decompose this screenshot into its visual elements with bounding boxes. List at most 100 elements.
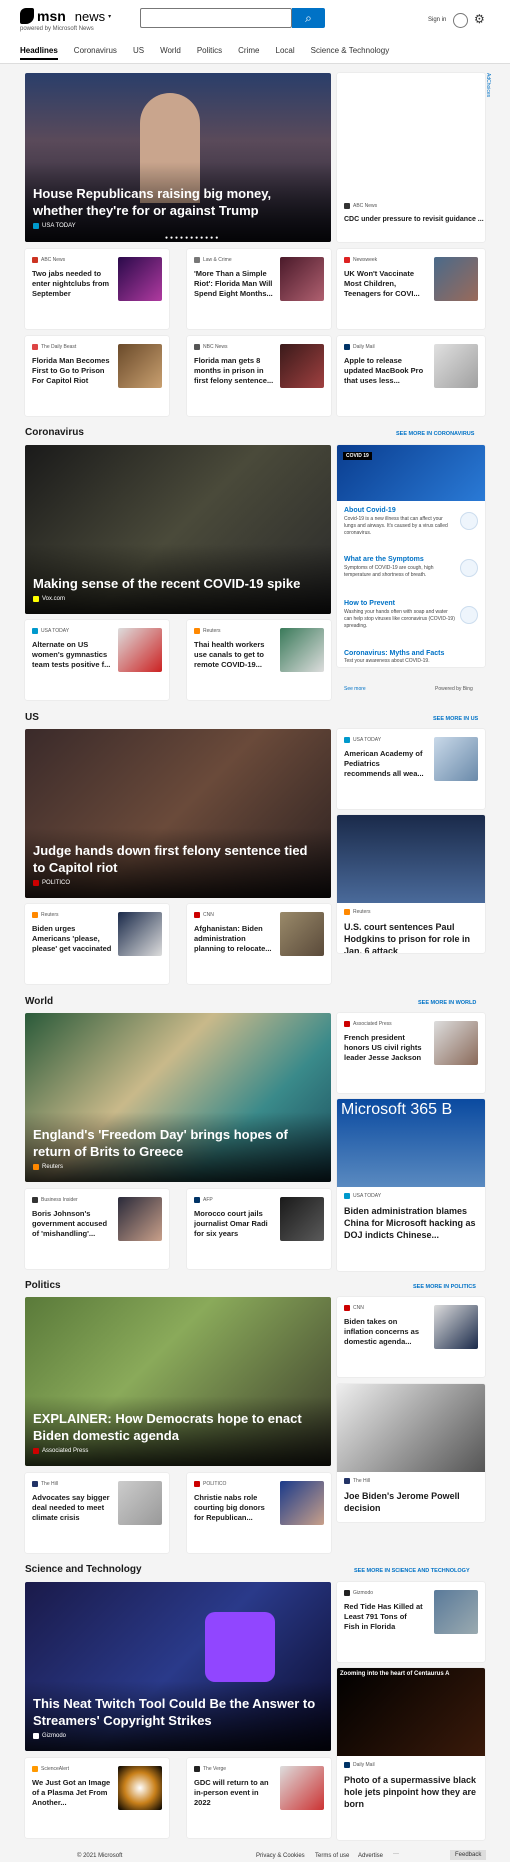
nav-us[interactable]: US — [133, 46, 144, 60]
see-more-world[interactable]: SEE MORE IN WORLD — [418, 1000, 476, 1006]
news-card[interactable]: Gizmodo Red Tide Has Killed at Least 791 … — [337, 1582, 485, 1662]
card-title[interactable]: Photo of a supermassive black hole jets … — [344, 1774, 478, 1810]
card-title[interactable]: We Just Got an Image of a Plasma Jet Fro… — [32, 1778, 112, 1808]
tall-card[interactable]: The Hill Joe Biden's Jerome Powell decis… — [337, 1384, 485, 1522]
card-title[interactable]: 'More Than a Simple Riot': Florida Man W… — [194, 269, 274, 299]
card-title[interactable]: French president honors US civil rights … — [344, 1033, 424, 1063]
card-thumb — [280, 1766, 324, 1810]
carousel-dots[interactable]: ●●●●●●●●●●● — [165, 235, 220, 241]
hero-title[interactable]: Judge hands down first felony sentence t… — [33, 842, 323, 876]
hero-story[interactable]: Making sense of the recent COVID-19 spik… — [25, 445, 331, 614]
card-thumb — [280, 257, 324, 301]
avatar-icon[interactable] — [453, 13, 468, 28]
card-title[interactable]: GDC will return to an in-person event in… — [194, 1778, 274, 1808]
news-card[interactable]: Business Insider Boris Johnson's governme… — [25, 1189, 169, 1269]
nav-crime[interactable]: Crime — [238, 46, 259, 60]
nav-coronavirus[interactable]: Coronavirus — [74, 46, 117, 60]
news-card[interactable]: USA TODAY Alternate on US women's gymnast… — [25, 620, 169, 700]
news-card[interactable]: ABC News Two jabs needed to enter nightcl… — [25, 249, 169, 329]
hero-title[interactable]: Making sense of the recent COVID-19 spik… — [33, 575, 323, 592]
more-icon[interactable]: ··· — [393, 1851, 399, 1857]
card-thumb — [434, 1305, 478, 1349]
sign-in-link[interactable]: Sign in — [428, 17, 446, 23]
ad-choices[interactable]: AdChoices — [485, 73, 491, 97]
gear-icon[interactable]: ⚙ — [474, 12, 485, 26]
news-card[interactable]: Law & Crime 'More Than a Simple Riot': Fl… — [187, 249, 331, 329]
logo-news-text[interactable]: news — [75, 9, 105, 24]
news-card[interactable]: The Hill Advocates say bigger deal needed… — [25, 1473, 169, 1553]
hero-story[interactable]: This Neat Twitch Tool Could Be the Answe… — [25, 1582, 331, 1751]
nav-science-technology[interactable]: Science & Technology — [311, 46, 390, 60]
hero-title[interactable]: This Neat Twitch Tool Could Be the Answe… — [33, 1695, 323, 1729]
hero-title[interactable]: EXPLAINER: How Democrats hope to enact B… — [33, 1410, 323, 1444]
covid-item[interactable]: Coronavirus: Myths and Facts — [344, 650, 456, 657]
terms-link[interactable]: Terms of use — [315, 1853, 349, 1859]
card-title[interactable]: Joe Biden's Jerome Powell decision — [344, 1490, 478, 1514]
side-card[interactable]: ABC News CDC under pressure to revisit g… — [337, 73, 485, 242]
tall-card[interactable]: Zooming into the heart of Centaurus A Da… — [337, 1668, 485, 1840]
chevron-down-icon[interactable]: ▾ — [108, 13, 111, 20]
news-card[interactable]: Daily Mail Apple to release updated MacBo… — [337, 336, 485, 416]
card-title[interactable]: Morocco court jails journalist Omar Radi… — [194, 1209, 274, 1239]
covid-item[interactable]: About Covid-19 Covid-19 is a new illness … — [344, 507, 456, 537]
tall-card[interactable]: Microsoft 365 B USA TODAY Biden administ… — [337, 1099, 485, 1271]
advertise-link[interactable]: Advertise — [358, 1853, 383, 1859]
msn-logo[interactable]: msn news ▾ — [20, 8, 111, 24]
card-title[interactable]: Red Tide Has Killed at Least 791 Tons of… — [344, 1602, 424, 1632]
nav-world[interactable]: World — [160, 46, 181, 60]
covid-see-more[interactable]: See more — [344, 686, 366, 692]
nav-headlines[interactable]: Headlines — [20, 46, 58, 60]
news-card[interactable]: ScienceAlert We Just Got an Image of a Pl… — [25, 1758, 169, 1838]
search-input[interactable] — [140, 8, 292, 28]
card-title[interactable]: Florida man gets 8 months in prison in f… — [194, 356, 274, 386]
hero-story[interactable]: England's 'Freedom Day' brings hopes of … — [25, 1013, 331, 1182]
news-card[interactable]: CNN Biden takes on inflation concerns as … — [337, 1297, 485, 1377]
card-title[interactable]: Florida Man Becomes First to Go to Priso… — [32, 356, 112, 386]
see-more-us[interactable]: SEE MORE IN US — [433, 716, 478, 722]
news-card[interactable]: POLITICO Christie nabs role courting big … — [187, 1473, 331, 1553]
news-card[interactable]: Reuters Biden urges Americans 'please, pl… — [25, 904, 169, 984]
section-title-science: Science and Technology — [25, 1564, 142, 1575]
card-title[interactable]: Apple to release updated MacBook Pro tha… — [344, 356, 424, 386]
card-title[interactable]: Thai health workers use canals to get to… — [194, 640, 274, 670]
covid-item[interactable]: How to Prevent Washing your hands often w… — [344, 600, 456, 630]
card-title[interactable]: Afghanistan: Biden administration planni… — [194, 924, 274, 954]
card-title[interactable]: UK Won't Vaccinate Most Children, Teenag… — [344, 269, 424, 299]
hero-story[interactable]: Judge hands down first felony sentence t… — [25, 729, 331, 898]
news-card[interactable]: CNN Afghanistan: Biden administration pla… — [187, 904, 331, 984]
hero-title[interactable]: House Republicans raising big money, whe… — [33, 185, 323, 219]
news-card[interactable]: Newsweek UK Won't Vaccinate Most Children… — [337, 249, 485, 329]
news-card[interactable]: Associated Press French president honors … — [337, 1013, 485, 1093]
nav-local[interactable]: Local — [276, 46, 295, 60]
news-card[interactable]: Reuters Thai health workers use canals to… — [187, 620, 331, 700]
news-card[interactable]: AFP Morocco court jails journalist Omar R… — [187, 1189, 331, 1269]
search-button[interactable]: ⌕ — [292, 8, 325, 28]
news-card[interactable]: The Verge GDC will return to an in-person… — [187, 1758, 331, 1838]
card-title[interactable]: Biden urges Americans 'please, please' g… — [32, 924, 112, 954]
card-title[interactable]: American Academy of Pediatrics recommend… — [344, 749, 424, 779]
news-card[interactable]: The Daily Beast Florida Man Becomes First… — [25, 336, 169, 416]
hero-story[interactable]: EXPLAINER: How Democrats hope to enact B… — [25, 1297, 331, 1466]
tall-card[interactable]: Reuters U.S. court sentences Paul Hodgki… — [337, 815, 485, 953]
card-title[interactable]: Boris Johnson's government accused of 'm… — [32, 1209, 112, 1239]
news-card[interactable]: USA TODAY American Academy of Pediatrics … — [337, 729, 485, 809]
covid-item[interactable]: What are the Symptoms Symptoms of COVID-1… — [344, 556, 456, 579]
card-thumb — [118, 912, 162, 956]
nav-politics[interactable]: Politics — [197, 46, 222, 60]
see-more-politics[interactable]: SEE MORE IN POLITICS — [413, 1284, 476, 1290]
card-title[interactable]: Christie nabs role courting big donors f… — [194, 1493, 274, 1523]
card-title[interactable]: Biden administration blames China for Mi… — [344, 1205, 478, 1241]
hero-story[interactable]: House Republicans raising big money, whe… — [25, 73, 331, 242]
card-title[interactable]: Advocates say bigger deal needed to meet… — [32, 1493, 112, 1523]
see-more-science[interactable]: SEE MORE IN SCIENCE AND TECHNOLOGY — [354, 1568, 470, 1574]
news-card[interactable]: NBC News Florida man gets 8 months in pri… — [187, 336, 331, 416]
side-title[interactable]: CDC under pressure to revisit guidance .… — [344, 216, 484, 223]
card-title[interactable]: Biden takes on inflation concerns as dom… — [344, 1317, 424, 1347]
card-title[interactable]: Two jabs needed to enter nightclubs from… — [32, 269, 112, 299]
privacy-link[interactable]: Privacy & Cookies — [256, 1853, 305, 1859]
card-title[interactable]: U.S. court sentences Paul Hodgkins to pr… — [344, 921, 478, 953]
hero-title[interactable]: England's 'Freedom Day' brings hopes of … — [33, 1126, 323, 1160]
see-more-coronavirus[interactable]: SEE MORE IN CORONAVIRUS — [396, 431, 474, 437]
card-title[interactable]: Alternate on US women's gymnastics team … — [32, 640, 112, 670]
feedback-button[interactable]: Feedback — [450, 1850, 487, 1860]
